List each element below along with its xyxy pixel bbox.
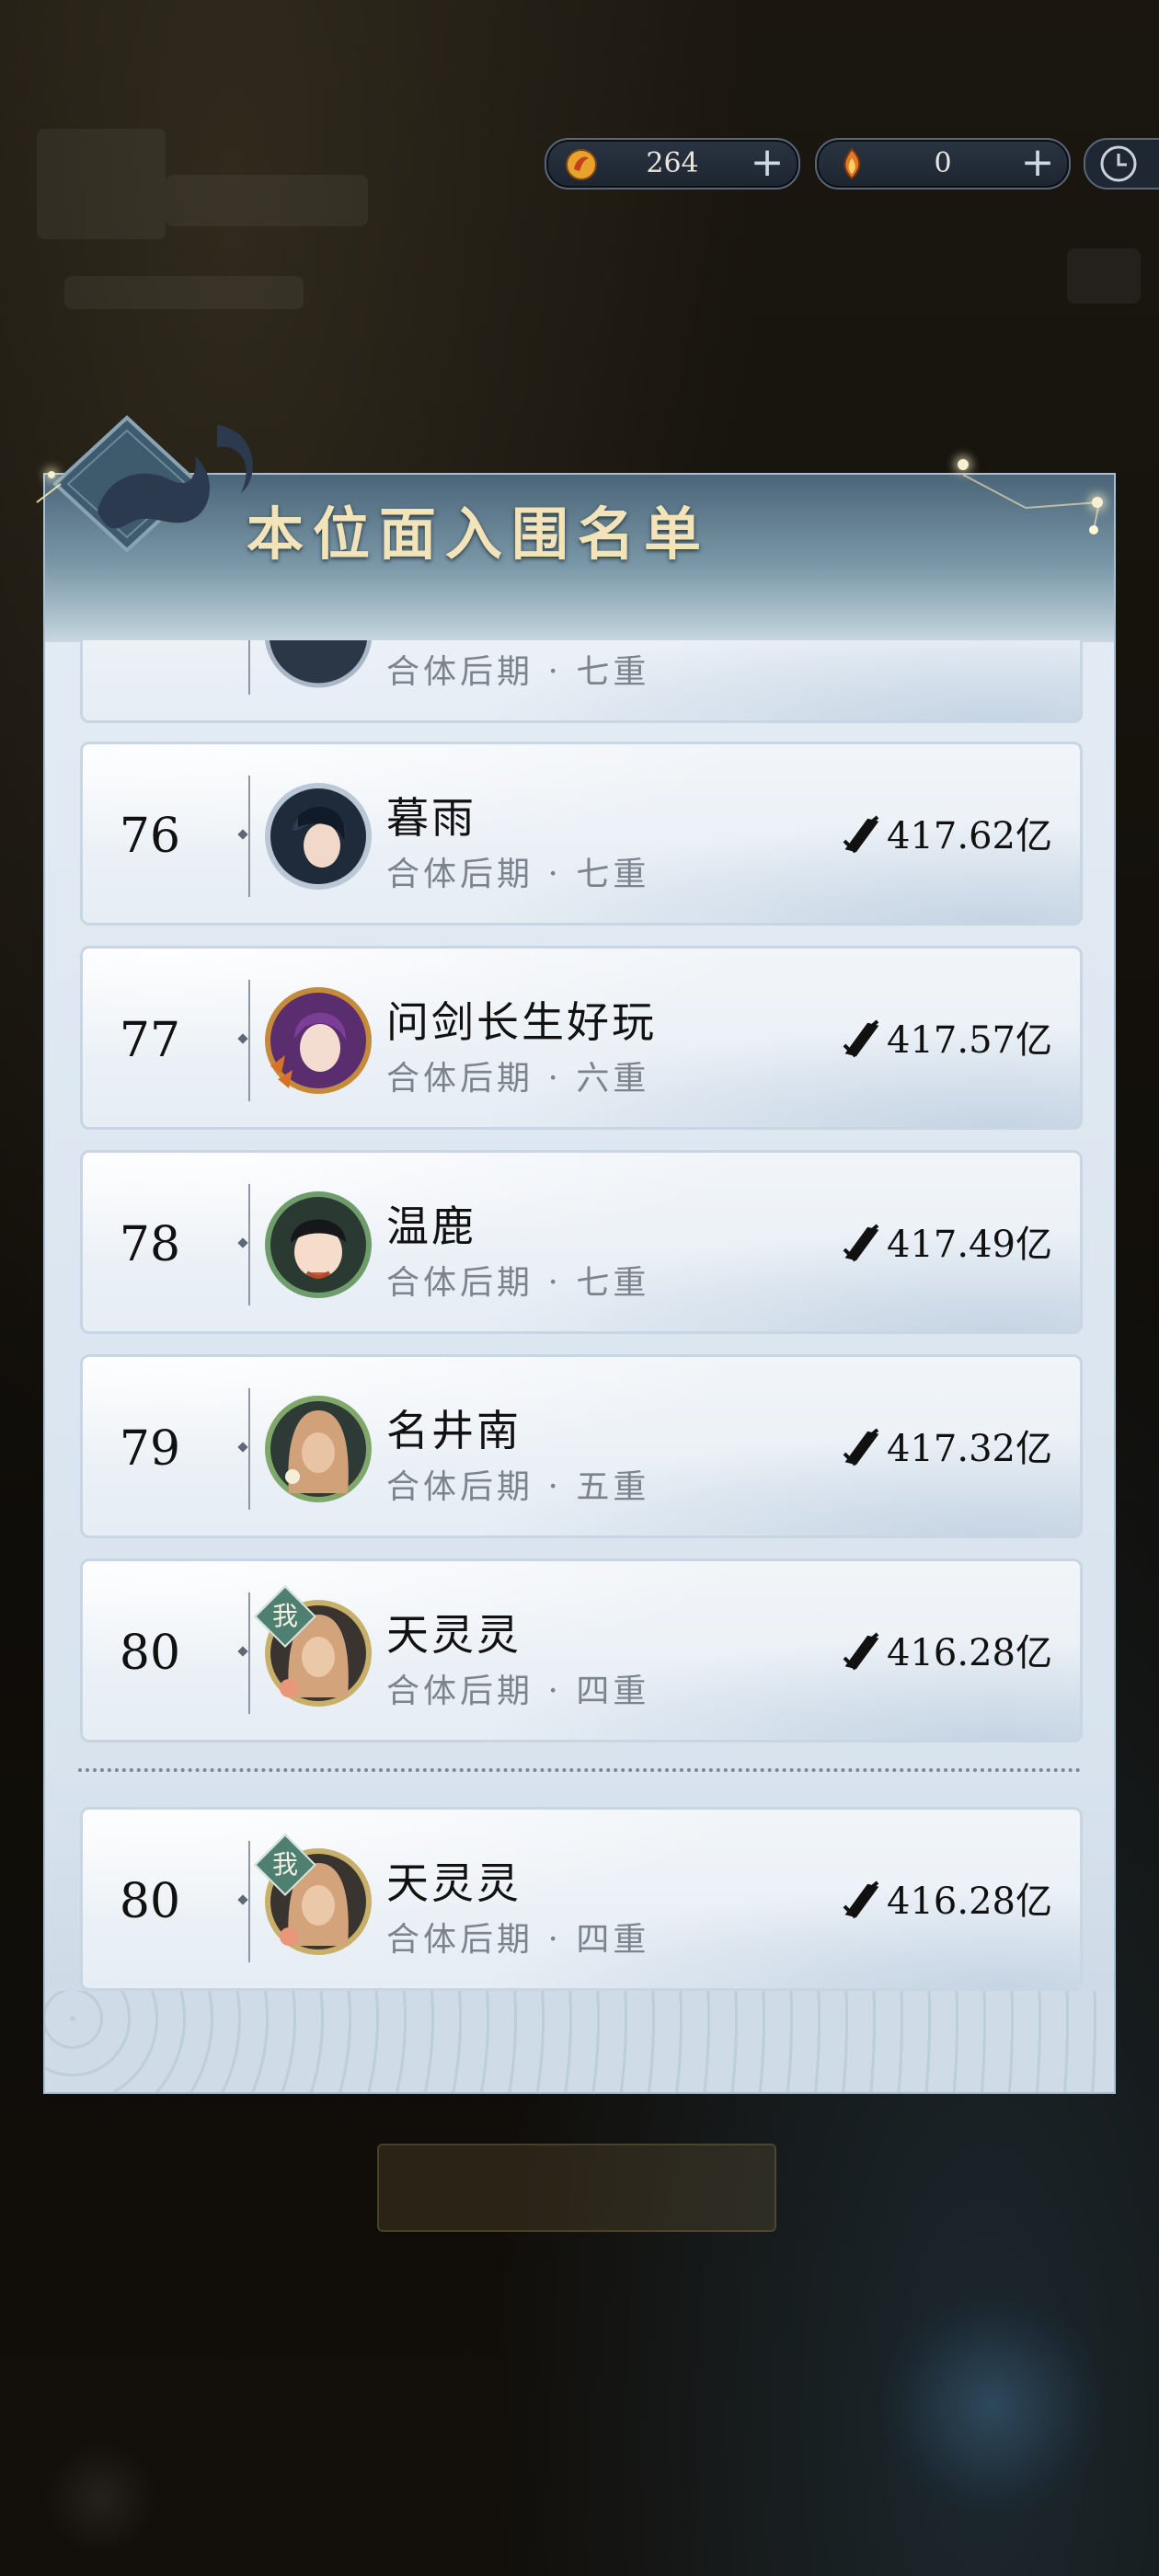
cultivation-realm: 合体后期 · 五重: [386, 1468, 650, 1506]
divider-dot: [237, 1894, 248, 1905]
panel-footer-pattern: [45, 1991, 1114, 2092]
player-name: 天灵灵: [386, 1610, 522, 1660]
spirit-stone-currency: 264 +: [545, 138, 800, 190]
cultivation-realm: 合体后期 · 四重: [386, 1921, 650, 1959]
background-action-button: [377, 2144, 776, 2232]
background-icon: [1067, 248, 1141, 304]
divider-dot: [237, 1646, 248, 1657]
player-avatar: [265, 1396, 372, 1502]
background-corner-button: [874, 2300, 1113, 2512]
divider: [248, 1388, 250, 1510]
rank-number: 78: [119, 1217, 181, 1272]
combat-power-value: 417.62亿: [887, 815, 1052, 857]
background-title: [166, 175, 368, 226]
background-avatar: [37, 129, 166, 239]
combat-power-icon: [843, 1428, 879, 1466]
star-sparkle: [1092, 497, 1103, 508]
combat-power-icon: [843, 1632, 879, 1671]
cultivation-realm: 合体后期 · 七重: [386, 1264, 650, 1302]
self-badge-label: 我: [271, 1601, 298, 1631]
spirit-stone-icon: [566, 149, 597, 180]
dotted-separator: [78, 1768, 1081, 1772]
combat-power: 417.32亿: [841, 1357, 1052, 1541]
player-name: 问剑长生好玩: [386, 997, 657, 1047]
player-avatar: [265, 1191, 372, 1298]
divider-dot: [237, 1442, 248, 1453]
rank-number: 77: [119, 1013, 181, 1068]
background-back-button: [37, 2438, 166, 2558]
combat-power-value: 416.28亿: [887, 1880, 1052, 1923]
rank-number: 80: [119, 1874, 181, 1929]
self-rank-card[interactable]: 80 我 天灵灵 合体后期 · 四重 416.28亿: [80, 1807, 1083, 1991]
player-avatar: [265, 987, 372, 1094]
combat-power-icon: [843, 1880, 879, 1919]
divider: [248, 640, 250, 695]
star-sparkle: [48, 471, 55, 478]
combat-power-value: 417.32亿: [887, 1428, 1052, 1470]
add-token-button[interactable]: +: [1019, 140, 1056, 186]
self-badge-label: 我: [271, 1849, 298, 1880]
ranking-list[interactable]: 合体后期 · 七重 76 暮雨 合体后期 · 七重 417.62亿 77 问剑长…: [45, 640, 1114, 1807]
cultivation-realm: 合体后期 · 七重: [386, 856, 650, 893]
list-item[interactable]: 76 暮雨 合体后期 · 七重 417.62亿: [80, 742, 1083, 926]
token-currency: 0 +: [815, 138, 1071, 190]
divider: [248, 776, 250, 897]
combat-power: 416.28亿: [841, 1810, 1052, 1994]
divider: [248, 1593, 250, 1714]
combat-power: 417.57亿: [841, 949, 1052, 1133]
list-item[interactable]: 77 问剑长生好玩 合体后期 · 六重 417.57亿: [80, 946, 1083, 1130]
divider-dot: [237, 829, 248, 840]
shortlist-panel: 合体后期 · 七重 76 暮雨 合体后期 · 七重 417.62亿 77 问剑长…: [43, 473, 1116, 2094]
timer-button[interactable]: [1084, 138, 1159, 190]
divider: [248, 1184, 250, 1305]
add-spirit-stone-button[interactable]: +: [749, 140, 786, 186]
combat-power-icon: [843, 815, 879, 854]
player-avatar: [265, 783, 372, 890]
cultivation-realm: 合体后期 · 四重: [386, 1673, 650, 1710]
list-item[interactable]: 合体后期 · 七重: [80, 640, 1083, 723]
list-item[interactable]: 79 名井南 合体后期 · 五重 417.32亿: [80, 1354, 1083, 1538]
combat-power-value: 417.49亿: [887, 1224, 1052, 1266]
divider: [248, 1841, 250, 1962]
cultivation-realm: 合体后期 · 六重: [386, 1060, 650, 1098]
divider: [248, 980, 250, 1101]
rank-number: 76: [119, 809, 181, 864]
combat-power-icon: [843, 1224, 879, 1262]
divider-dot: [237, 1237, 248, 1248]
combat-power: 417.62亿: [841, 744, 1052, 928]
list-item-self[interactable]: 80 我 天灵灵 合体后期 · 四重 416.28亿: [80, 1558, 1083, 1742]
player-name: 名井南: [386, 1406, 522, 1455]
divider-dot: [237, 1033, 248, 1044]
player-name: 天灵灵: [386, 1858, 522, 1908]
combat-power: 416.28亿: [841, 1561, 1052, 1745]
list-item[interactable]: 78 温鹿 合体后期 · 七重 417.49亿: [80, 1150, 1083, 1334]
cultivation-realm: 合体后期 · 七重: [386, 653, 650, 691]
panel-title: 本位面入围名单: [247, 500, 711, 568]
combat-power-value: 416.28亿: [887, 1632, 1052, 1674]
rank-number: 80: [119, 1626, 181, 1681]
combat-power-icon: [843, 1019, 879, 1058]
token-count: 0: [934, 147, 952, 179]
flame-token-icon: [843, 147, 861, 180]
player-avatar: [264, 640, 373, 688]
background-subtitle: [64, 276, 304, 309]
clock-icon: [1100, 145, 1137, 182]
player-name: 温鹿: [386, 1202, 476, 1251]
combat-power-value: 417.57亿: [887, 1019, 1052, 1062]
combat-power: 417.49亿: [841, 1153, 1052, 1337]
player-name: 暮雨: [386, 793, 476, 843]
spirit-stone-count: 264: [646, 147, 699, 179]
star-sparkle: [958, 459, 969, 470]
rank-number: 79: [119, 1421, 181, 1477]
